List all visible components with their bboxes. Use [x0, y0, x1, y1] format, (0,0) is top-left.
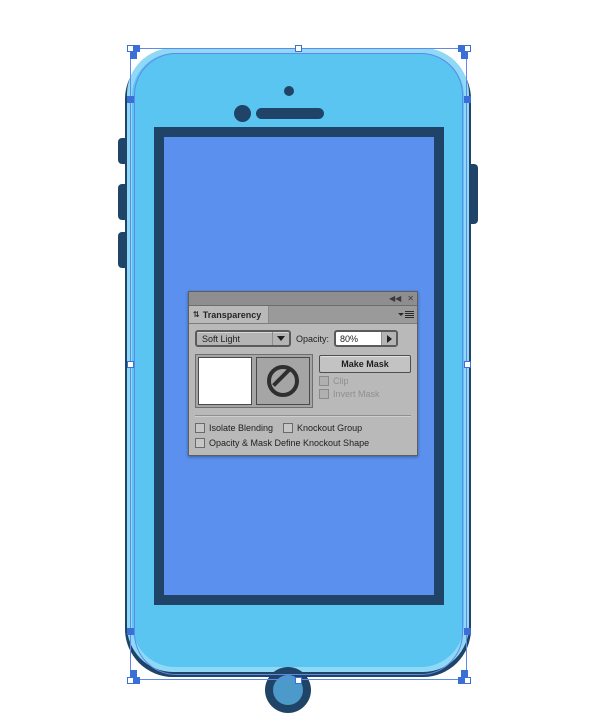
no-entry-icon — [267, 365, 299, 397]
mask-controls: Make Mask Clip Invert Mask — [319, 354, 411, 408]
earpiece-speaker — [256, 108, 324, 119]
opacity-mask-knockout-label: Opacity & Mask Define Knockout Shape — [209, 438, 370, 448]
collapse-panel-icon[interactable]: ◀◀ — [389, 294, 401, 303]
illustrator-canvas[interactable]: ◀◀ ✕ ⇅ Transparency Soft Light Opacity: … — [0, 0, 600, 728]
opacity-mask-knockout-checkbox[interactable] — [195, 438, 205, 448]
thumbnails-row: Make Mask Clip Invert Mask — [195, 354, 411, 408]
panel-titlebar[interactable]: ◀◀ ✕ — [189, 292, 417, 306]
home-button[interactable] — [265, 667, 311, 713]
artwork-thumbnail[interactable] — [198, 357, 252, 405]
thumbnail-group[interactable] — [195, 354, 313, 408]
home-button-inner — [273, 675, 303, 705]
invert-mask-checkbox[interactable] — [319, 389, 329, 399]
close-icon[interactable]: ✕ — [407, 294, 414, 303]
panel-divider — [195, 415, 411, 417]
clip-checkbox[interactable] — [319, 376, 329, 386]
make-mask-label: Make Mask — [341, 359, 389, 369]
isolate-blending-label: Isolate Blending — [209, 423, 274, 433]
make-mask-button[interactable]: Make Mask — [319, 355, 411, 373]
options-row-2: Opacity & Mask Define Knockout Shape — [195, 438, 411, 448]
front-camera-icon — [284, 86, 294, 96]
transparency-panel[interactable]: ◀◀ ✕ ⇅ Transparency Soft Light Opacity: … — [188, 291, 418, 456]
blend-mode-value: Soft Light — [202, 333, 241, 344]
opacity-label: Opacity: — [296, 333, 330, 344]
opacity-value: 80% — [340, 333, 359, 344]
panel-tabbar[interactable]: ⇅ Transparency — [189, 306, 417, 324]
isolate-blending-checkbox[interactable] — [195, 423, 205, 433]
hamburger-icon — [405, 310, 414, 319]
clip-checkbox-row[interactable]: Clip — [319, 376, 411, 386]
opacity-mask-knockout-row[interactable]: Opacity & Mask Define Knockout Shape — [195, 438, 369, 448]
isolate-blending-row[interactable]: Isolate Blending — [195, 423, 273, 433]
options-row-1: Isolate Blending Knockout Group — [195, 423, 411, 433]
chevron-down-icon[interactable] — [272, 332, 289, 345]
mask-thumbnail[interactable] — [256, 357, 310, 405]
knockout-group-checkbox[interactable] — [283, 423, 294, 433]
blend-mode-row: Soft Light Opacity: 80% — [195, 330, 411, 347]
knockout-group-label: Knockout Group — [297, 423, 363, 433]
tab-label: Transparency — [202, 309, 262, 320]
clip-label: Clip — [333, 376, 349, 386]
knockout-group-row[interactable]: Knockout Group — [283, 423, 362, 433]
proximity-sensor-icon — [234, 105, 251, 122]
panel-body: Soft Light Opacity: 80% Make Mask Clip I… — [189, 324, 417, 455]
opacity-stepper-icon[interactable] — [381, 332, 397, 345]
power-button[interactable] — [468, 164, 478, 224]
panel-menu-button[interactable] — [398, 306, 417, 323]
invert-mask-label: Invert Mask — [333, 389, 380, 399]
tab-sort-icon: ⇅ — [193, 310, 200, 319]
tabbar-spacer — [269, 306, 398, 323]
invert-mask-checkbox-row[interactable]: Invert Mask — [319, 389, 411, 399]
tab-transparency[interactable]: ⇅ Transparency — [189, 306, 270, 323]
opacity-input[interactable]: 80% — [334, 330, 399, 347]
blend-mode-select[interactable]: Soft Light — [195, 330, 291, 347]
chevron-down-icon — [398, 313, 404, 316]
